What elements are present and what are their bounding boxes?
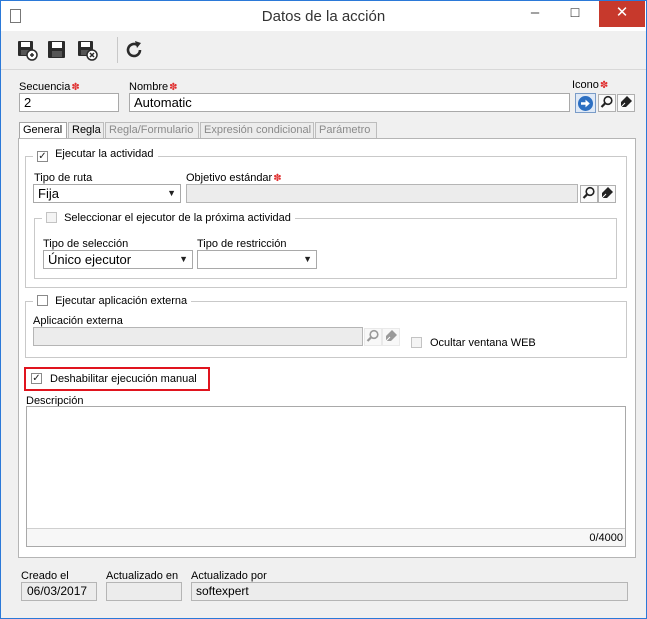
aplicacion-search-button[interactable] xyxy=(364,328,382,346)
required-icon: ✽ xyxy=(599,80,609,91)
descripcion-textarea[interactable]: 0/4000 xyxy=(26,406,626,547)
next-executor-checkbox[interactable] xyxy=(46,212,57,223)
ejecutar-actividad-checkbox[interactable]: ✓ xyxy=(37,151,48,162)
dialog-window: Datos de la acción – ☐ ✕ Secuencia✽ 2 No… xyxy=(0,0,647,619)
tipo-ruta-label: Tipo de ruta xyxy=(34,172,93,184)
required-icon: ✽ xyxy=(71,82,80,93)
nombre-input[interactable]: Automatic xyxy=(129,93,570,112)
save-close-icon xyxy=(78,41,98,61)
tipo-seleccion-label: Tipo de selección xyxy=(43,238,129,250)
next-executor-label: Seleccionar el ejecutor de la próxima ac… xyxy=(64,212,291,224)
secuencia-label: Secuencia✽ xyxy=(19,81,80,93)
secuencia-input[interactable]: 2 xyxy=(19,93,119,112)
ejecutar-externa-label: Ejecutar aplicación externa xyxy=(55,295,188,307)
creado-input[interactable]: 06/03/2017 xyxy=(21,582,97,601)
save-button[interactable] xyxy=(46,39,68,61)
actualizado-en-label: Actualizado en xyxy=(106,570,179,582)
close-button[interactable]: ✕ xyxy=(599,1,645,27)
descripcion-text xyxy=(27,407,625,413)
maximize-button[interactable]: ☐ xyxy=(555,1,595,27)
tipo-restriccion-select[interactable] xyxy=(197,250,317,269)
aplicacion-externa-input[interactable] xyxy=(33,327,363,346)
aplicacion-externa-label: Aplicación externa xyxy=(33,315,123,327)
deshabilitar-manual-checkbox[interactable]: ✓ xyxy=(31,373,42,384)
icono-label: Icono✽ xyxy=(572,79,609,91)
refresh-icon xyxy=(126,41,142,58)
required-icon: ✽ xyxy=(169,82,178,93)
next-executor-legend: Seleccionar el ejecutor de la próxima ac… xyxy=(42,210,295,226)
toolbar xyxy=(1,31,646,70)
title-bar: Datos de la acción – ☐ ✕ xyxy=(1,1,646,31)
eraser-icon xyxy=(620,96,632,108)
char-counter: 0/4000 xyxy=(589,532,623,544)
actualizado-por-label: Actualizado por xyxy=(191,570,267,582)
minimize-button[interactable]: – xyxy=(515,1,555,27)
tipo-ruta-select[interactable]: Fija xyxy=(33,184,181,203)
search-icon xyxy=(600,95,613,108)
tab-expresion-condicional[interactable]: Expresión condicional xyxy=(200,122,314,139)
actualizado-por-input[interactable]: softexpert xyxy=(191,582,628,601)
icon-search-button[interactable] xyxy=(598,94,616,112)
toolbar-separator xyxy=(117,37,118,63)
ocultar-web-checkbox[interactable] xyxy=(411,337,422,348)
search-icon xyxy=(366,329,379,342)
activity-legend: ✓ Ejecutar la actividad xyxy=(33,148,158,164)
arrow-right-icon xyxy=(578,96,593,111)
eraser-icon xyxy=(601,187,613,199)
objetivo-search-button[interactable] xyxy=(580,185,598,203)
actualizado-en-input[interactable] xyxy=(106,582,182,601)
save-close-button[interactable] xyxy=(76,39,98,61)
tab-regla-formulario[interactable]: Regla/Formulario xyxy=(105,122,199,139)
tab-parametro[interactable]: Parámetro xyxy=(315,122,377,139)
ejecutar-actividad-label: Ejecutar la actividad xyxy=(55,148,154,160)
tab-regla[interactable]: Regla xyxy=(68,122,104,139)
objetivo-clear-button[interactable] xyxy=(598,185,616,203)
nombre-label: Nombre✽ xyxy=(129,81,178,93)
ejecutar-externa-checkbox[interactable] xyxy=(37,295,48,306)
search-icon xyxy=(582,186,595,199)
external-app-legend: Ejecutar aplicación externa xyxy=(33,293,192,309)
deshabilitar-manual-label: Deshabilitar ejecución manual xyxy=(50,373,197,385)
icon-clear-button[interactable] xyxy=(617,94,635,112)
aplicacion-clear-button[interactable] xyxy=(382,328,400,346)
required-icon: ✽ xyxy=(273,173,282,184)
tipo-restriccion-label: Tipo de restricción xyxy=(197,238,287,250)
objetivo-label: Objetivo estándar✽ xyxy=(186,172,282,184)
save-icon xyxy=(48,41,65,58)
eraser-icon xyxy=(385,330,397,342)
ocultar-web-label: Ocultar ventana WEB xyxy=(430,337,536,349)
descripcion-status-bar xyxy=(27,528,625,546)
refresh-button[interactable] xyxy=(123,39,145,61)
tipo-seleccion-select[interactable]: Único ejecutor xyxy=(43,250,193,269)
save-new-icon xyxy=(18,41,38,61)
creado-label: Creado el xyxy=(21,570,69,582)
objetivo-input[interactable] xyxy=(186,184,578,203)
save-new-button[interactable] xyxy=(16,39,38,61)
icon-preview[interactable] xyxy=(575,93,596,113)
